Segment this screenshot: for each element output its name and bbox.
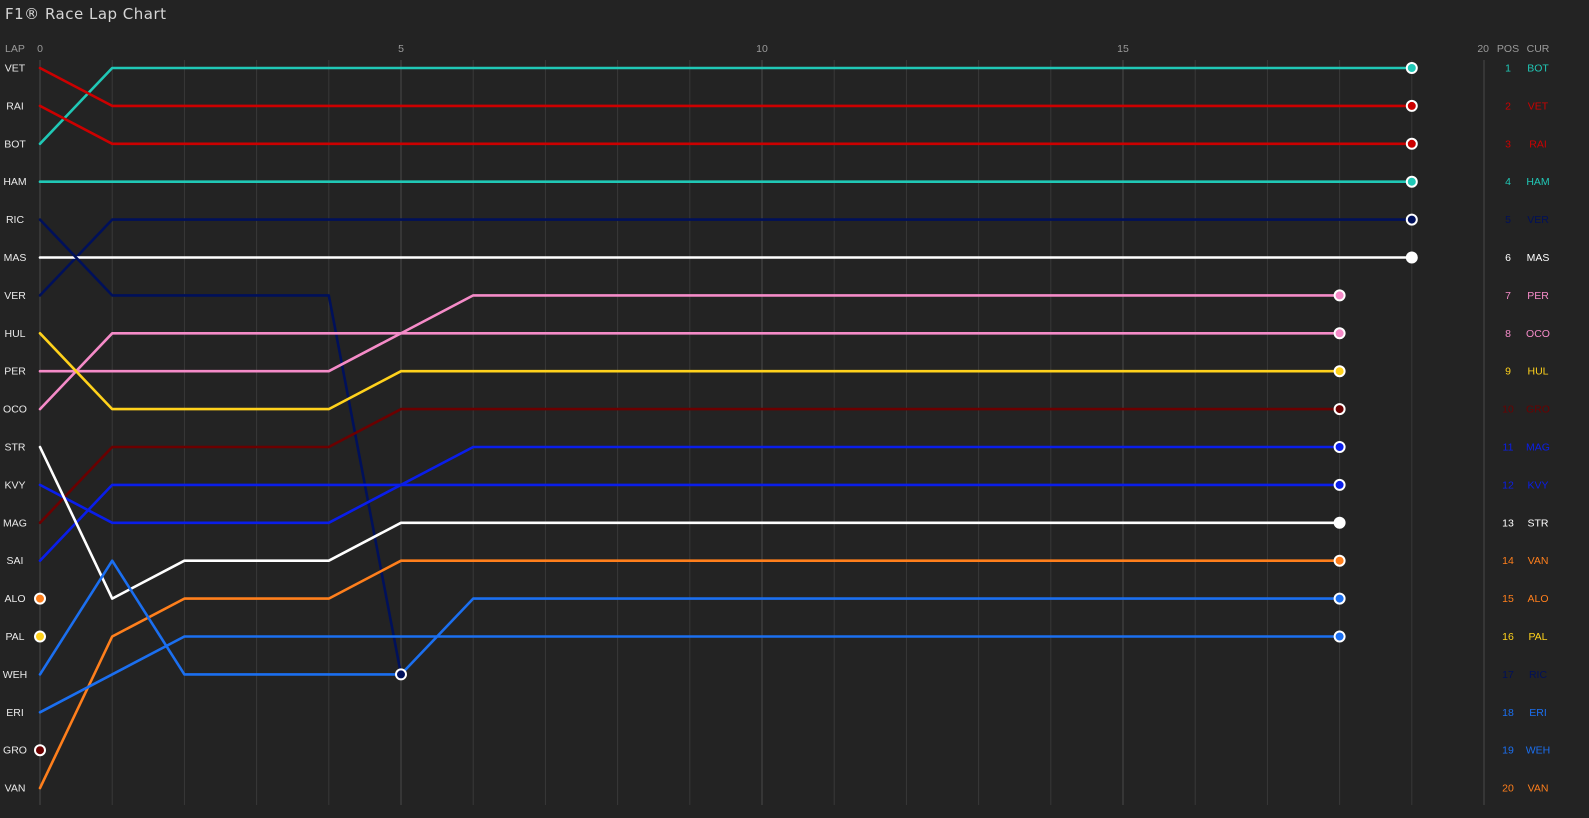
start-grid-label: GRO [3,745,27,757]
series-end-marker[interactable] [1333,592,1346,605]
x-tick-label: 15 [1117,43,1129,55]
start-grid-label: KVY [4,479,25,491]
start-grid-label: VAN [5,783,26,795]
legend-driver: RIC [1529,669,1548,681]
legend-position: 17 [1502,669,1514,681]
axis-header-pos: POS [1497,43,1519,55]
series-line-rai[interactable] [38,104,1414,146]
legend-position: 12 [1502,479,1514,491]
start-grid-label: ERI [6,707,24,719]
legend-position: 8 [1505,328,1511,340]
legend-driver: VER [1527,214,1549,226]
start-grid-label: PER [4,366,26,378]
start-grid-label: WEH [3,669,28,681]
axis-header-lap: LAP [5,43,25,55]
start-grid-label: RAI [6,100,24,112]
legend-position: 5 [1505,214,1511,226]
series-end-marker[interactable] [1405,62,1418,74]
start-grid-label: ALO [4,593,25,605]
legend-position: 13 [1502,517,1514,529]
x-tick-label: 20 [1477,43,1489,55]
legend-driver: VAN [1528,783,1549,795]
x-tick-label: 5 [398,43,404,55]
start-grid-label: VER [4,290,26,302]
series-lines [38,66,1414,790]
legend-position: 1 [1505,63,1511,75]
legend-driver: BOT [1527,63,1549,75]
series-end-marker[interactable] [1405,213,1418,226]
grid-lines [39,60,1485,805]
axis-header-cur: CUR [1527,43,1550,55]
x-tick-label: 10 [756,43,768,55]
start-grid-label: MAS [4,252,27,264]
legend-position: 9 [1505,366,1511,378]
start-grid-label: HAM [3,176,26,188]
start-grid-label: VET [5,63,26,75]
start-grid-label: MAG [3,517,27,529]
start-grid-label: STR [5,442,26,454]
retired-marker[interactable] [34,592,46,605]
series-end-marker[interactable] [1333,403,1346,416]
legend-position: 20 [1502,783,1514,795]
legend-position: 4 [1505,176,1511,188]
legend-position: 11 [1503,442,1514,454]
series-line-vet[interactable] [38,66,1414,108]
legend-driver: OCO [1526,328,1550,340]
legend-driver: ALO [1527,593,1548,605]
series-end-marker[interactable] [1333,289,1346,302]
series-end-marker[interactable] [1405,175,1418,188]
legend-driver: KVY [1527,479,1548,491]
legend-driver: ERI [1529,707,1547,719]
start-grid-label: BOT [4,138,26,150]
legend-driver: PER [1527,290,1549,302]
series-end-marker[interactable] [1333,516,1346,529]
start-grid-label: SAI [7,555,24,567]
legend-driver: STR [1528,517,1549,529]
series-end-marker[interactable] [1333,554,1346,567]
legend-driver: MAS [1527,252,1550,264]
series-end-marker[interactable] [395,668,407,681]
series-end-marker[interactable] [1405,251,1418,264]
legend-position: 15 [1502,593,1514,605]
start-grid-label: HUL [4,328,25,340]
retired-marker[interactable] [34,744,46,757]
series-end-marker[interactable] [1333,441,1346,453]
legend-position: 18 [1502,707,1514,719]
legend-driver: HAM [1526,176,1549,188]
legend-position: 3 [1505,138,1511,150]
series-end-marker[interactable] [1405,137,1418,150]
legend-position: 16 [1502,631,1514,643]
legend-position: 19 [1502,745,1514,757]
legend-driver: MAG [1526,442,1550,454]
series-end-marker[interactable] [1333,630,1346,643]
legend-driver: PAL [1528,631,1547,643]
legend-driver: GRO [1526,404,1550,416]
series-end-marker[interactable] [1333,327,1346,340]
series-end-marker[interactable] [1405,99,1418,112]
start-grid-label: OCO [3,404,27,416]
legend-position: 6 [1505,252,1511,264]
series-end-marker[interactable] [1333,478,1346,491]
legend-driver: VAN [1528,555,1549,567]
x-tick-label: 0 [37,43,43,55]
start-grid-label: RIC [6,214,25,226]
legend-driver: VET [1528,100,1549,112]
series-end-marker[interactable] [1333,365,1346,378]
legend-position: 10 [1502,404,1514,416]
legend-driver: RAI [1529,138,1547,150]
lap-chart: LAP 0 5 10 15 20 POS CURVETRAIBOTHAMRICMASVERHU… [3,43,1550,805]
legend-position: 2 [1505,100,1511,112]
legend-driver: HUL [1527,366,1548,378]
retired-marker[interactable] [34,630,46,643]
legend-position: 14 [1502,555,1514,567]
legend: 1 BOT 2 VET 3 RAI 4 HAM 5 VER 6 MAS 7 PER 8 OCO 9 HUL 10 GR… [1502,63,1550,795]
legend-position: 7 [1505,290,1511,302]
axis-labels: LAP 0 5 10 15 20 POS CURVETRAIBOTHAMRICMASVERHU… [3,43,1550,795]
start-grid-label: PAL [5,631,24,643]
legend-driver: WEH [1526,745,1551,757]
